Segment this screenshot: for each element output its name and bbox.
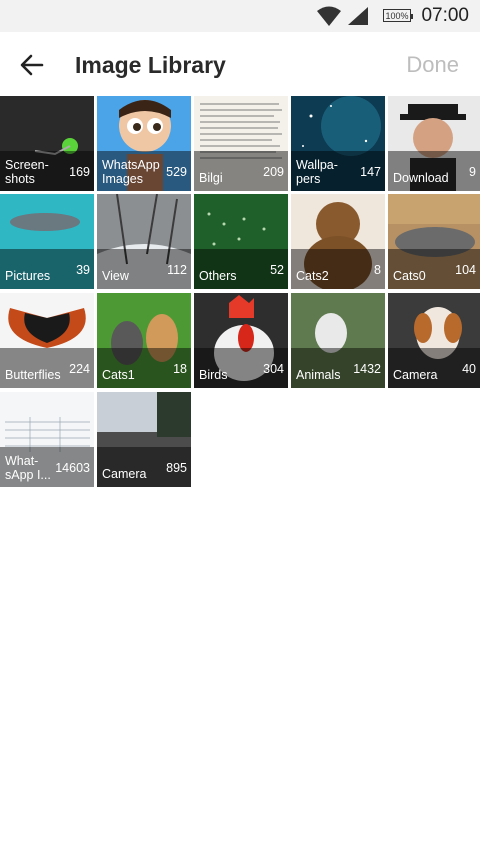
album-name: Pictures xyxy=(5,269,51,283)
album-name: Butterflies xyxy=(5,368,61,382)
album-name: Download xyxy=(393,171,449,185)
album-count: 104 xyxy=(455,263,476,277)
wifi-icon xyxy=(317,6,341,26)
album-count: 147 xyxy=(360,165,381,179)
album-count: 40 xyxy=(462,362,476,376)
album-name: Screen- shots xyxy=(5,158,49,186)
album-name: Cats1 xyxy=(102,368,135,382)
album-tile-wallpapers[interactable]: Wallpa- pers 147 xyxy=(291,96,385,191)
album-name: Others xyxy=(199,269,237,283)
clock: 07:00 xyxy=(421,5,469,26)
battery-icon: 100% xyxy=(383,9,413,22)
album-tile-view[interactable]: View 112 xyxy=(97,194,191,289)
album-count: 9 xyxy=(469,165,476,179)
album-tile-camera[interactable]: Camera 40 xyxy=(388,293,480,388)
album-tile-pictures[interactable]: Pictures 39 xyxy=(0,194,94,289)
album-name: WhatsApp Images xyxy=(102,158,160,186)
album-tile-whatsapp-images[interactable]: WhatsApp Images 529 xyxy=(97,96,191,191)
album-count: 18 xyxy=(173,362,187,376)
album-count: 169 xyxy=(69,165,90,179)
album-count: 1432 xyxy=(353,362,381,376)
album-name: What- sApp I... xyxy=(5,454,51,482)
album-name: View xyxy=(102,269,129,283)
album-name: Birds xyxy=(199,368,228,382)
album-name: Cats0 xyxy=(393,269,426,283)
album-count: 209 xyxy=(263,165,284,179)
album-count: 224 xyxy=(69,362,90,376)
back-arrow-icon[interactable] xyxy=(16,49,48,81)
album-tile-camera-2[interactable]: Camera 895 xyxy=(97,392,191,487)
album-tile-screenshots[interactable]: Screen- shots 169 xyxy=(0,96,94,191)
album-tile-animals[interactable]: Animals 1432 xyxy=(291,293,385,388)
signal-icon xyxy=(348,7,368,25)
album-count: 8 xyxy=(374,263,381,277)
album-tile-cats2[interactable]: Cats2 8 xyxy=(291,194,385,289)
album-tile-whatsapp[interactable]: What- sApp I... 14603 xyxy=(0,392,94,487)
album-count: 895 xyxy=(166,461,187,475)
album-count: 112 xyxy=(167,263,187,277)
album-name: Animals xyxy=(296,368,341,382)
album-tile-others[interactable]: Others 52 xyxy=(194,194,288,289)
album-tile-butterflies[interactable]: Butterflies 224 xyxy=(0,293,94,388)
page-title: Image Library xyxy=(75,52,226,78)
album-tile-birds[interactable]: Birds 304 xyxy=(194,293,288,388)
album-count: 39 xyxy=(76,263,90,277)
album-count: 52 xyxy=(270,263,284,277)
done-button[interactable]: Done xyxy=(406,52,459,78)
album-tile-bilgi[interactable]: Bilgi 209 xyxy=(194,96,288,191)
album-tile-cats1[interactable]: Cats1 18 xyxy=(97,293,191,388)
album-count: 14603 xyxy=(55,461,90,475)
album-count: 304 xyxy=(263,362,284,376)
album-count: 529 xyxy=(166,165,187,179)
album-tile-download[interactable]: Download 9 xyxy=(388,96,480,191)
album-tile-cats0[interactable]: Cats0 104 xyxy=(388,194,480,289)
album-name: Wallpa- pers xyxy=(296,158,338,186)
status-bar: 100% 07:00 xyxy=(0,0,480,32)
album-name: Cats2 xyxy=(296,269,329,283)
album-name: Bilgi xyxy=(199,171,223,185)
app-bar: Image Library Done xyxy=(0,32,480,96)
album-name: Camera xyxy=(102,467,147,481)
album-name: Camera xyxy=(393,368,438,382)
